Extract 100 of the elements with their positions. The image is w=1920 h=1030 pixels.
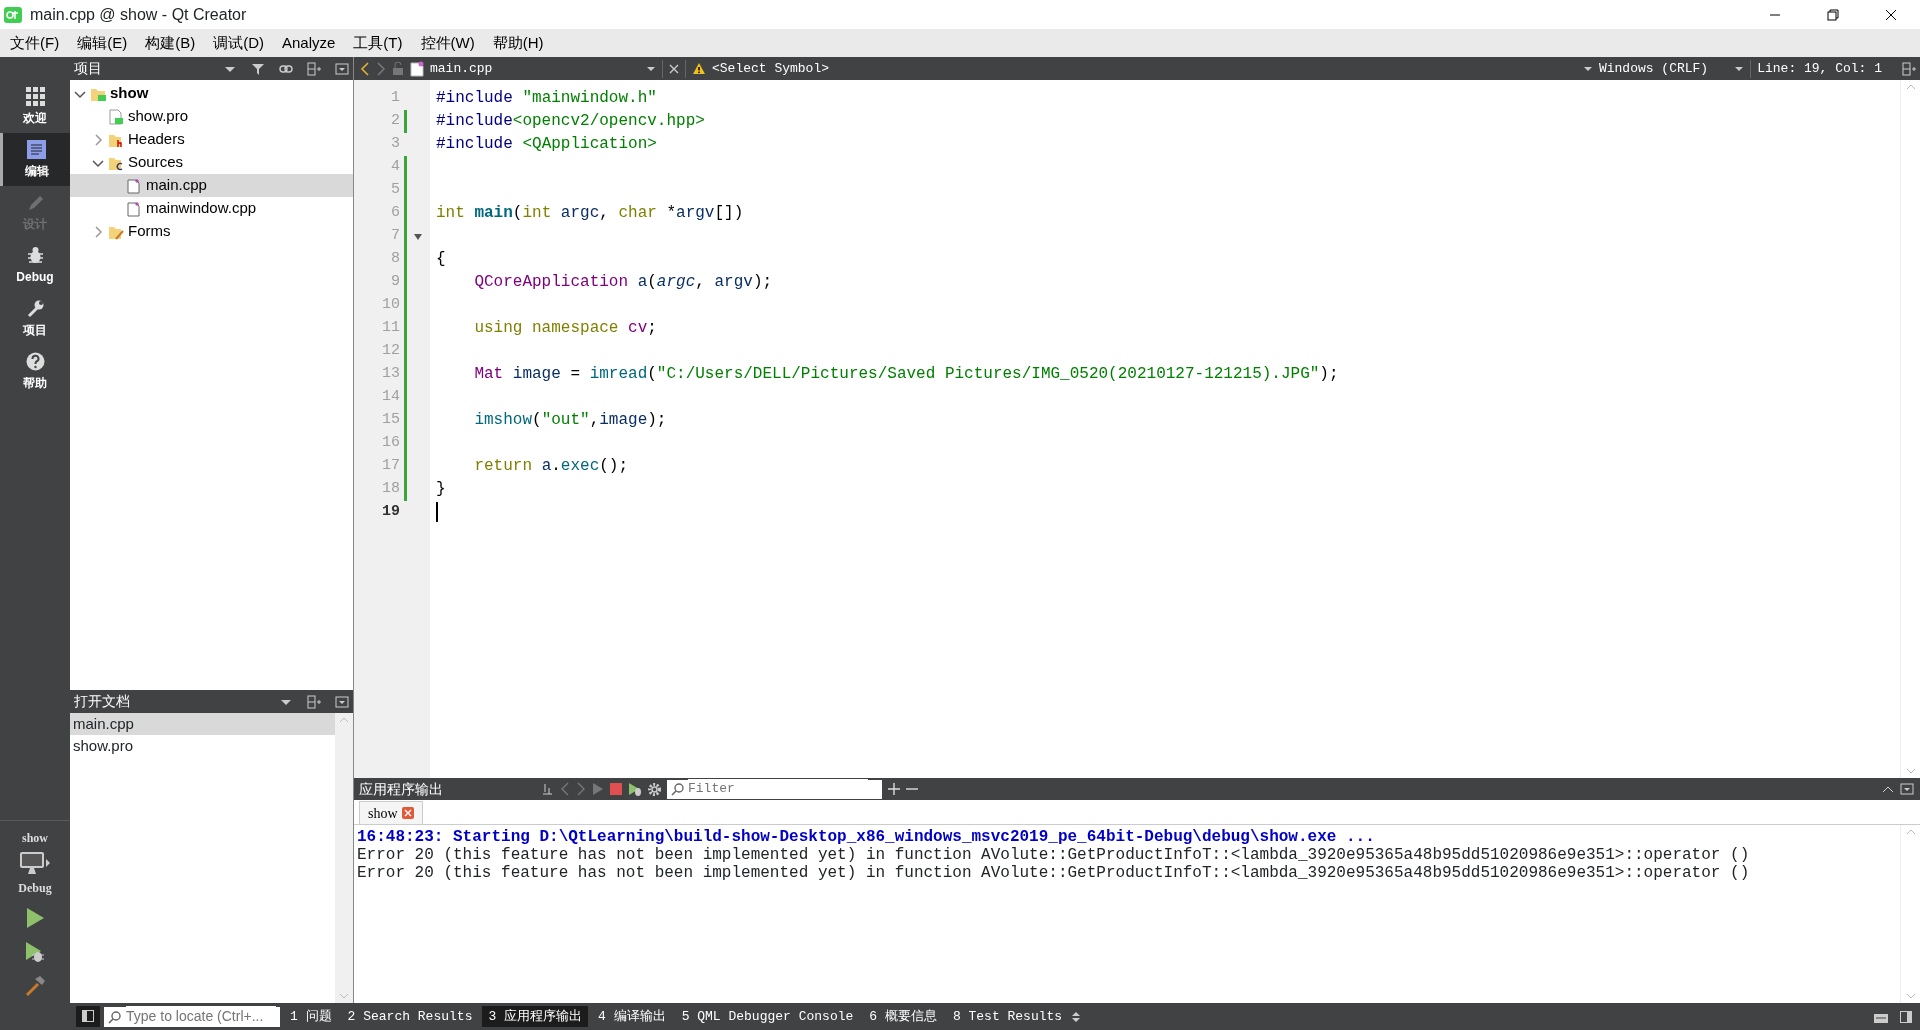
line-number: 6 xyxy=(390,203,400,224)
output-pane-button[interactable]: 8 Test Results xyxy=(946,1005,1069,1028)
fold-arrow-icon[interactable] xyxy=(414,233,422,240)
mode-button[interactable]: 帮助 xyxy=(0,345,70,398)
close-icon xyxy=(1885,8,1897,21)
restore-icon xyxy=(1827,8,1839,21)
line-number: 18 xyxy=(381,479,400,500)
mode-button[interactable]: 项目 xyxy=(0,292,70,345)
code-line: QCoreApplication a(argc, argv); xyxy=(474,273,773,291)
output-tab[interactable]: show xyxy=(359,801,423,824)
menu-item[interactable]: 编辑(E) xyxy=(69,29,136,57)
tree-item[interactable]: Forms xyxy=(70,220,353,243)
output-pane-button[interactable]: 4 编译输出 xyxy=(592,1005,672,1028)
document-item[interactable]: main.cpp xyxy=(70,713,335,735)
search-icon xyxy=(671,782,685,796)
code-line: #include<opencv2/opencv.hpp> xyxy=(436,112,705,130)
close-icon[interactable] xyxy=(669,63,679,74)
menu-item[interactable]: 调试(D) xyxy=(205,29,272,57)
line-number: 12 xyxy=(381,341,400,362)
menu-item[interactable]: 构建(B) xyxy=(137,29,204,57)
line-ending-selector[interactable]: Windows (CRLF) xyxy=(1598,58,1709,79)
output-line: Error 20 (this feature has not been implemented yet) in function AVolute::GetProductInfoT::<lambda_3920e95365a48b95dd51020986e9e351>::operator () xyxy=(357,864,1751,882)
split-icon[interactable] xyxy=(307,61,321,76)
output-line: 16:48:23: Starting D:\QtLearning\build-show-Desktop_x86_windows_msvc2019_pe_64bit-Debug\debug\show.exe ... xyxy=(357,828,1376,846)
close-pane-icon[interactable] xyxy=(335,61,349,76)
project-name: show xyxy=(22,830,48,847)
line-number: 15 xyxy=(381,410,400,431)
output-pane-button[interactable]: 5 QML Debugger Console xyxy=(675,1005,860,1028)
help-mode-icon xyxy=(24,351,46,372)
code-line: imshow("out",image); xyxy=(474,411,667,429)
up-down-icon[interactable] xyxy=(1072,1010,1081,1023)
search-icon xyxy=(108,1009,122,1024)
output-pane-button[interactable]: 2 Search Results xyxy=(341,1005,479,1028)
zoom-in-icon[interactable] xyxy=(888,783,900,795)
menu-item[interactable]: Analyze xyxy=(274,29,344,57)
right-sidebar-icon[interactable] xyxy=(1900,1010,1912,1023)
tree-item[interactable]: show.pro xyxy=(70,105,353,128)
menu-item[interactable]: 工具(T) xyxy=(345,29,411,57)
line-number: 2 xyxy=(390,111,400,132)
mode-button[interactable]: 编辑 xyxy=(0,133,70,186)
play-bug-icon[interactable] xyxy=(628,782,642,796)
mode-button[interactable]: 欢迎 xyxy=(0,80,70,133)
close-icon[interactable] xyxy=(401,807,414,819)
code-line: #include <QApplication> xyxy=(436,135,657,153)
output-pane-button[interactable]: 1 问题 xyxy=(284,1005,338,1028)
line-number: 8 xyxy=(390,249,400,270)
file-icon xyxy=(410,60,424,77)
tree-item[interactable]: show xyxy=(70,82,353,105)
menu-item[interactable]: 文件(F) xyxy=(2,29,68,57)
split-icon[interactable] xyxy=(307,694,321,709)
close-pane-icon[interactable] xyxy=(1900,782,1914,796)
menu-item[interactable]: 帮助(H) xyxy=(484,29,552,57)
settings-icon[interactable] xyxy=(648,782,661,796)
document-item[interactable]: show.pro xyxy=(70,735,335,757)
code-line: return a.exec(); xyxy=(474,457,629,475)
line-number: 7 xyxy=(390,226,400,247)
tree-item[interactable]: Sources xyxy=(70,151,353,174)
code-line: } xyxy=(436,480,446,498)
output-pane-button[interactable]: 3 应用程序输出 xyxy=(482,1005,589,1028)
line-number: 13 xyxy=(381,364,400,385)
line-number: 9 xyxy=(390,272,400,293)
sidebar-icon xyxy=(82,1010,94,1023)
build-config-label: Debug xyxy=(18,880,52,897)
symbol-selector[interactable]: <Select Symbol> xyxy=(712,58,1577,79)
play-icon xyxy=(25,907,45,929)
line-number: 5 xyxy=(390,180,400,201)
tree-item[interactable]: mainwindow.cpp xyxy=(70,197,353,220)
line-number: 11 xyxy=(381,318,400,339)
code-line: int main(int argc, char *argv[]) xyxy=(436,204,744,222)
code-line: { xyxy=(436,250,446,268)
line-number: 14 xyxy=(381,387,400,408)
filter-icon[interactable] xyxy=(251,61,265,76)
tree-item[interactable]: Headers xyxy=(70,128,353,151)
expand-arrow-icon xyxy=(45,859,51,867)
cursor-position[interactable]: Line: 19, Col: 1 xyxy=(1757,58,1882,79)
menu-item[interactable]: 控件(W) xyxy=(412,29,483,57)
line-number: 4 xyxy=(390,157,400,178)
code-line: Mat image = imread("C:/Users/DELL/Pictures/Saved Pictures/IMG_0520(20210127-121215).JPG"); xyxy=(474,365,1339,383)
line-number: 1 xyxy=(390,88,400,109)
file-icon xyxy=(108,108,124,125)
monitor-icon[interactable] xyxy=(19,851,45,875)
window-title: main.cpp @ show - Qt Creator xyxy=(30,4,247,25)
locator-field[interactable]: Type to locate (Ctrl+... xyxy=(104,1006,280,1027)
chevron-right-icon[interactable] xyxy=(92,225,104,238)
split-icon[interactable] xyxy=(1902,61,1916,76)
chevron-right-icon[interactable] xyxy=(92,133,104,146)
line-number: 16 xyxy=(381,433,400,454)
close-pane-icon[interactable] xyxy=(335,694,349,709)
panel-title: 打开文档 xyxy=(74,692,131,711)
file-selector[interactable]: main.cpp xyxy=(430,58,640,79)
warning-icon xyxy=(692,62,706,75)
filter-field[interactable]: Filter xyxy=(667,779,882,799)
panel-title: 项目 xyxy=(74,59,103,78)
sidebar-toggle-button[interactable] xyxy=(76,1005,100,1028)
code-line: #include "mainwindow.h" xyxy=(436,89,657,107)
output-pane-button[interactable]: 6 概要信息 xyxy=(863,1005,943,1028)
tree-item[interactable]: main.cpp xyxy=(70,174,353,197)
mode-button[interactable]: Debug xyxy=(0,239,70,292)
edit-mode-icon xyxy=(26,139,47,160)
app-logo-icon xyxy=(4,6,22,23)
